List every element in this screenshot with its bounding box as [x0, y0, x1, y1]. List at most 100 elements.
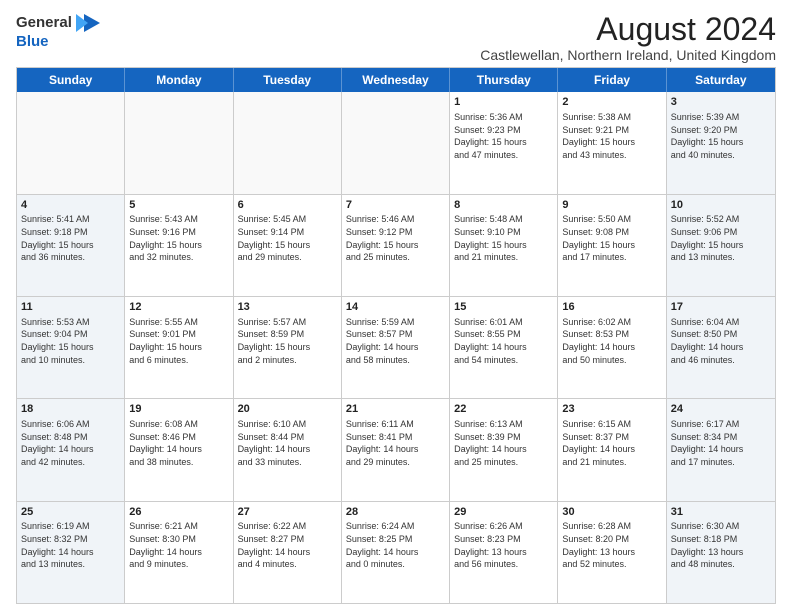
- day-cell-14: 14Sunrise: 5:59 AM Sunset: 8:57 PM Dayli…: [342, 297, 450, 398]
- week-row-3: 11Sunrise: 5:53 AM Sunset: 9:04 PM Dayli…: [17, 297, 775, 399]
- day-info: Sunrise: 6:26 AM Sunset: 8:23 PM Dayligh…: [454, 520, 553, 570]
- day-number: 26: [129, 505, 228, 520]
- page: General Blue August 2024 Castlewellan, N…: [0, 0, 792, 612]
- header-day-sunday: Sunday: [17, 68, 125, 92]
- day-info: Sunrise: 5:48 AM Sunset: 9:10 PM Dayligh…: [454, 213, 553, 263]
- day-info: Sunrise: 5:41 AM Sunset: 9:18 PM Dayligh…: [21, 213, 120, 263]
- day-info: Sunrise: 6:13 AM Sunset: 8:39 PM Dayligh…: [454, 418, 553, 468]
- day-cell-6: 6Sunrise: 5:45 AM Sunset: 9:14 PM Daylig…: [234, 195, 342, 296]
- day-cell-8: 8Sunrise: 5:48 AM Sunset: 9:10 PM Daylig…: [450, 195, 558, 296]
- day-cell-12: 12Sunrise: 5:55 AM Sunset: 9:01 PM Dayli…: [125, 297, 233, 398]
- day-cell-11: 11Sunrise: 5:53 AM Sunset: 9:04 PM Dayli…: [17, 297, 125, 398]
- day-number: 18: [21, 402, 120, 417]
- day-cell-22: 22Sunrise: 6:13 AM Sunset: 8:39 PM Dayli…: [450, 399, 558, 500]
- day-info: Sunrise: 5:53 AM Sunset: 9:04 PM Dayligh…: [21, 316, 120, 366]
- week-row-2: 4Sunrise: 5:41 AM Sunset: 9:18 PM Daylig…: [17, 195, 775, 297]
- day-cell-1: 1Sunrise: 5:36 AM Sunset: 9:23 PM Daylig…: [450, 92, 558, 193]
- day-cell-25: 25Sunrise: 6:19 AM Sunset: 8:32 PM Dayli…: [17, 502, 125, 603]
- day-info: Sunrise: 5:39 AM Sunset: 9:20 PM Dayligh…: [671, 111, 771, 161]
- day-number: 24: [671, 402, 771, 417]
- day-info: Sunrise: 6:06 AM Sunset: 8:48 PM Dayligh…: [21, 418, 120, 468]
- header-day-tuesday: Tuesday: [234, 68, 342, 92]
- day-number: 23: [562, 402, 661, 417]
- day-number: 10: [671, 198, 771, 213]
- day-cell-18: 18Sunrise: 6:06 AM Sunset: 8:48 PM Dayli…: [17, 399, 125, 500]
- day-cell-20: 20Sunrise: 6:10 AM Sunset: 8:44 PM Dayli…: [234, 399, 342, 500]
- day-number: 1: [454, 95, 553, 110]
- day-info: Sunrise: 6:01 AM Sunset: 8:55 PM Dayligh…: [454, 316, 553, 366]
- day-number: 15: [454, 300, 553, 315]
- day-cell-26: 26Sunrise: 6:21 AM Sunset: 8:30 PM Dayli…: [125, 502, 233, 603]
- day-cell-31: 31Sunrise: 6:30 AM Sunset: 8:18 PM Dayli…: [667, 502, 775, 603]
- day-cell-29: 29Sunrise: 6:26 AM Sunset: 8:23 PM Dayli…: [450, 502, 558, 603]
- header-day-saturday: Saturday: [667, 68, 775, 92]
- empty-cell: [17, 92, 125, 193]
- day-cell-23: 23Sunrise: 6:15 AM Sunset: 8:37 PM Dayli…: [558, 399, 666, 500]
- day-number: 19: [129, 402, 228, 417]
- day-cell-3: 3Sunrise: 5:39 AM Sunset: 9:20 PM Daylig…: [667, 92, 775, 193]
- day-number: 17: [671, 300, 771, 315]
- day-number: 27: [238, 505, 337, 520]
- day-number: 11: [21, 300, 120, 315]
- header-day-monday: Monday: [125, 68, 233, 92]
- day-info: Sunrise: 5:55 AM Sunset: 9:01 PM Dayligh…: [129, 316, 228, 366]
- day-number: 9: [562, 198, 661, 213]
- week-row-5: 25Sunrise: 6:19 AM Sunset: 8:32 PM Dayli…: [17, 502, 775, 603]
- day-info: Sunrise: 5:50 AM Sunset: 9:08 PM Dayligh…: [562, 213, 661, 263]
- calendar-body: 1Sunrise: 5:36 AM Sunset: 9:23 PM Daylig…: [17, 92, 775, 603]
- day-info: Sunrise: 5:52 AM Sunset: 9:06 PM Dayligh…: [671, 213, 771, 263]
- day-info: Sunrise: 5:43 AM Sunset: 9:16 PM Dayligh…: [129, 213, 228, 263]
- week-row-4: 18Sunrise: 6:06 AM Sunset: 8:48 PM Dayli…: [17, 399, 775, 501]
- title-section: August 2024 Castlewellan, Northern Irela…: [480, 12, 776, 63]
- day-info: Sunrise: 6:04 AM Sunset: 8:50 PM Dayligh…: [671, 316, 771, 366]
- day-info: Sunrise: 6:19 AM Sunset: 8:32 PM Dayligh…: [21, 520, 120, 570]
- day-number: 7: [346, 198, 445, 213]
- day-info: Sunrise: 6:15 AM Sunset: 8:37 PM Dayligh…: [562, 418, 661, 468]
- day-cell-4: 4Sunrise: 5:41 AM Sunset: 9:18 PM Daylig…: [17, 195, 125, 296]
- day-info: Sunrise: 6:17 AM Sunset: 8:34 PM Dayligh…: [671, 418, 771, 468]
- header-day-friday: Friday: [558, 68, 666, 92]
- header: General Blue August 2024 Castlewellan, N…: [16, 12, 776, 63]
- day-info: Sunrise: 5:57 AM Sunset: 8:59 PM Dayligh…: [238, 316, 337, 366]
- main-title: August 2024: [480, 12, 776, 47]
- day-number: 22: [454, 402, 553, 417]
- day-number: 28: [346, 505, 445, 520]
- day-number: 3: [671, 95, 771, 110]
- day-number: 6: [238, 198, 337, 213]
- day-number: 13: [238, 300, 337, 315]
- day-number: 2: [562, 95, 661, 110]
- day-cell-27: 27Sunrise: 6:22 AM Sunset: 8:27 PM Dayli…: [234, 502, 342, 603]
- day-number: 25: [21, 505, 120, 520]
- day-number: 16: [562, 300, 661, 315]
- logo: General Blue: [16, 12, 102, 51]
- day-number: 31: [671, 505, 771, 520]
- logo-icon: [74, 12, 102, 34]
- day-info: Sunrise: 6:22 AM Sunset: 8:27 PM Dayligh…: [238, 520, 337, 570]
- empty-cell: [125, 92, 233, 193]
- day-number: 4: [21, 198, 120, 213]
- logo-blue: Blue: [16, 34, 49, 51]
- day-info: Sunrise: 5:45 AM Sunset: 9:14 PM Dayligh…: [238, 213, 337, 263]
- day-cell-28: 28Sunrise: 6:24 AM Sunset: 8:25 PM Dayli…: [342, 502, 450, 603]
- day-cell-5: 5Sunrise: 5:43 AM Sunset: 9:16 PM Daylig…: [125, 195, 233, 296]
- day-number: 20: [238, 402, 337, 417]
- day-number: 12: [129, 300, 228, 315]
- day-info: Sunrise: 6:24 AM Sunset: 8:25 PM Dayligh…: [346, 520, 445, 570]
- day-info: Sunrise: 6:30 AM Sunset: 8:18 PM Dayligh…: [671, 520, 771, 570]
- day-info: Sunrise: 6:02 AM Sunset: 8:53 PM Dayligh…: [562, 316, 661, 366]
- day-number: 5: [129, 198, 228, 213]
- day-info: Sunrise: 5:38 AM Sunset: 9:21 PM Dayligh…: [562, 111, 661, 161]
- day-cell-9: 9Sunrise: 5:50 AM Sunset: 9:08 PM Daylig…: [558, 195, 666, 296]
- day-cell-7: 7Sunrise: 5:46 AM Sunset: 9:12 PM Daylig…: [342, 195, 450, 296]
- day-cell-16: 16Sunrise: 6:02 AM Sunset: 8:53 PM Dayli…: [558, 297, 666, 398]
- day-number: 29: [454, 505, 553, 520]
- day-info: Sunrise: 5:46 AM Sunset: 9:12 PM Dayligh…: [346, 213, 445, 263]
- day-cell-30: 30Sunrise: 6:28 AM Sunset: 8:20 PM Dayli…: [558, 502, 666, 603]
- subtitle: Castlewellan, Northern Ireland, United K…: [480, 47, 776, 63]
- day-number: 30: [562, 505, 661, 520]
- day-number: 21: [346, 402, 445, 417]
- day-cell-21: 21Sunrise: 6:11 AM Sunset: 8:41 PM Dayli…: [342, 399, 450, 500]
- day-info: Sunrise: 6:11 AM Sunset: 8:41 PM Dayligh…: [346, 418, 445, 468]
- day-info: Sunrise: 6:08 AM Sunset: 8:46 PM Dayligh…: [129, 418, 228, 468]
- day-cell-17: 17Sunrise: 6:04 AM Sunset: 8:50 PM Dayli…: [667, 297, 775, 398]
